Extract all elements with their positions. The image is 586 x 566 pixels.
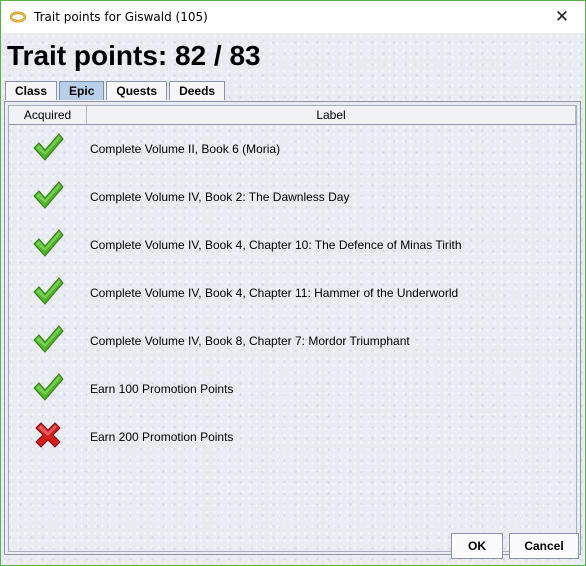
trait-points-dialog: Trait points for Giswald (105) ✕ Trait p… <box>0 0 586 566</box>
trait-label: Complete Volume IV, Book 8, Chapter 7: M… <box>90 334 410 348</box>
window-title: Trait points for Giswald (105) <box>34 10 208 24</box>
trait-label: Complete Volume IV, Book 2: The Dawnless… <box>90 190 350 204</box>
table-row[interactable]: Complete Volume II, Book 6 (Moria) <box>9 125 576 173</box>
table-row[interactable]: Complete Volume IV, Book 8, Chapter 7: M… <box>9 317 576 365</box>
tab-class[interactable]: Class <box>5 81 58 100</box>
tab-panel: Acquired Label Complete Volume II, Book … <box>4 101 581 555</box>
acquired-cell <box>9 419 87 456</box>
check-icon <box>31 179 65 216</box>
trait-label: Earn 200 Promotion Points <box>90 430 234 444</box>
check-icon <box>31 323 65 360</box>
close-icon: ✕ <box>554 6 570 27</box>
dialog-footer: OK Cancel <box>1 525 585 565</box>
table-row[interactable]: Earn 100 Promotion Points <box>9 365 576 413</box>
acquired-cell <box>9 131 87 168</box>
acquired-cell <box>9 371 87 408</box>
cancel-button[interactable]: Cancel <box>509 533 579 559</box>
title-bar[interactable]: Trait points for Giswald (105) ✕ <box>1 1 585 33</box>
table-body: Complete Volume II, Book 6 (Moria) Comple… <box>9 125 576 461</box>
close-button[interactable]: ✕ <box>539 1 585 32</box>
check-icon <box>31 227 65 264</box>
check-icon <box>31 371 65 408</box>
table-row[interactable]: Earn 200 Promotion Points <box>9 413 576 461</box>
table-row[interactable]: Complete Volume IV, Book 2: The Dawnless… <box>9 173 576 221</box>
check-icon <box>31 131 65 168</box>
cross-icon <box>32 419 64 456</box>
page-title: Trait points: 82 / 83 <box>7 40 261 71</box>
ring-app-icon <box>10 9 26 25</box>
tab-epic[interactable]: Epic <box>59 81 105 100</box>
acquired-cell <box>9 179 87 216</box>
table-header: Acquired Label <box>9 106 576 125</box>
trait-label: Complete Volume IV, Book 4, Chapter 11: … <box>90 286 459 300</box>
table-row[interactable]: Complete Volume IV, Book 4, Chapter 10: … <box>9 221 576 269</box>
dialog-content: Trait points: 82 / 83 Class Epic Quests … <box>1 33 585 565</box>
column-header-acquired[interactable]: Acquired <box>9 106 87 124</box>
acquired-cell <box>9 323 87 360</box>
trait-label: Complete Volume II, Book 6 (Moria) <box>90 142 281 156</box>
trait-label: Complete Volume IV, Book 4, Chapter 10: … <box>90 238 462 252</box>
tab-deeds[interactable]: Deeds <box>169 81 226 100</box>
table-row[interactable]: Complete Volume IV, Book 4, Chapter 11: … <box>9 269 576 317</box>
ok-button[interactable]: OK <box>451 533 503 559</box>
acquired-cell <box>9 275 87 312</box>
acquired-cell <box>9 227 87 264</box>
traits-table: Acquired Label Complete Volume II, Book … <box>8 105 577 552</box>
trait-label: Earn 100 Promotion Points <box>90 382 234 396</box>
tab-bar: Class Epic Quests Deeds <box>5 81 227 101</box>
column-header-label[interactable]: Label <box>87 106 576 124</box>
tab-quests[interactable]: Quests <box>106 81 168 100</box>
check-icon <box>31 275 65 312</box>
